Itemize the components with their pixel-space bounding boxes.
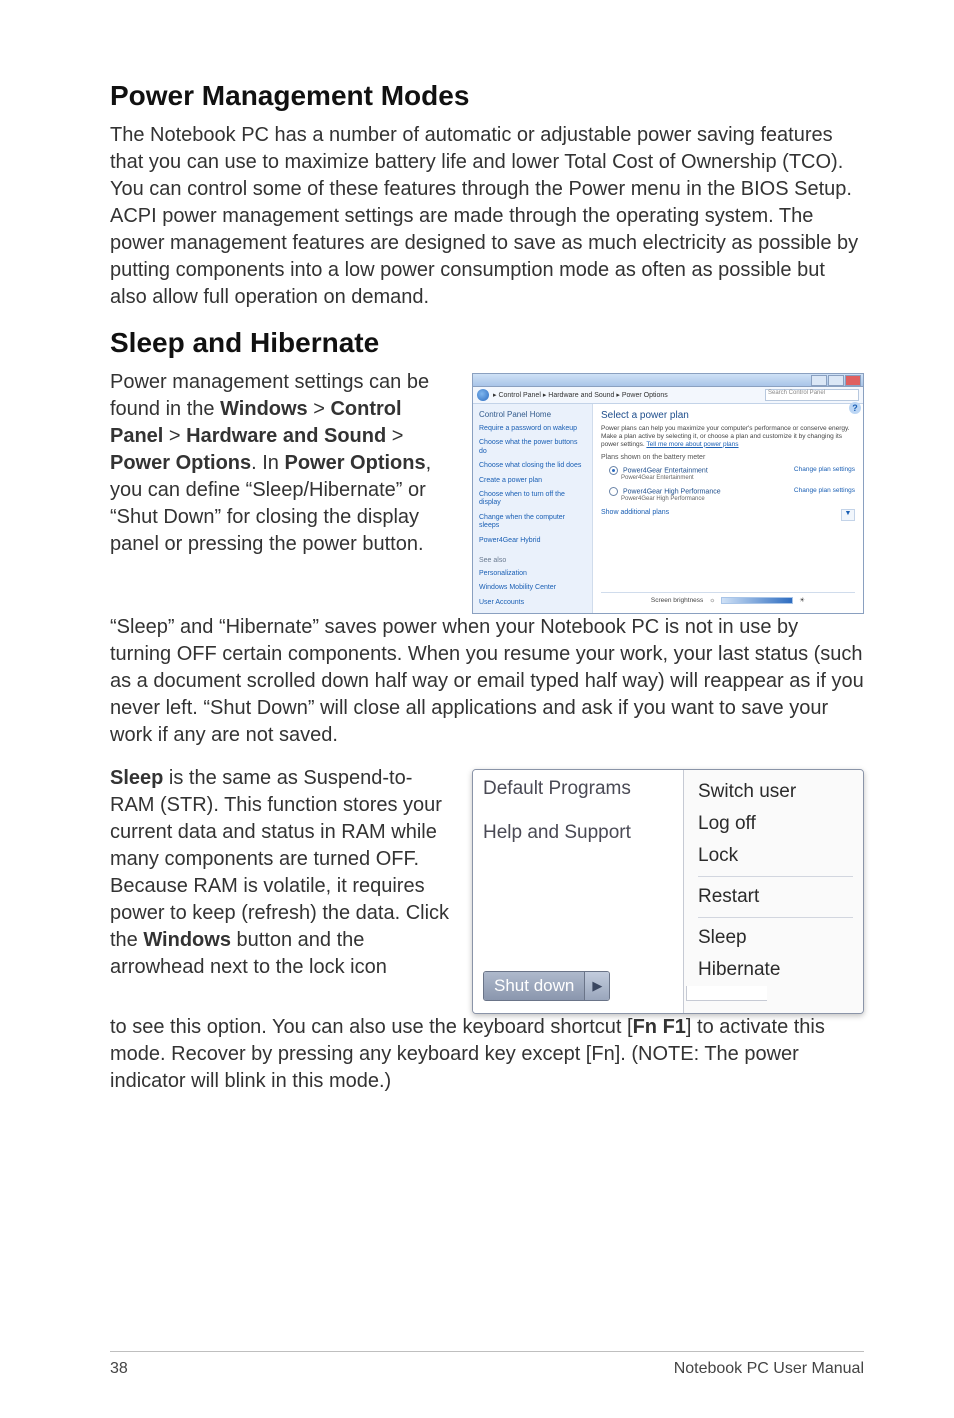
shutdown-split-button[interactable]: Shut down ▶ xyxy=(483,971,610,1001)
para-power-management: The Notebook PC has a number of automati… xyxy=(110,122,864,311)
heading-sleep-hibernate: Sleep and Hibernate xyxy=(110,327,864,359)
para-sleep-shortcut: to see this option. You can also use the… xyxy=(110,1014,864,1095)
see-also-link[interactable]: User Accounts xyxy=(479,599,586,607)
sidebar-link[interactable]: Create a power plan xyxy=(479,477,586,485)
kw-power-options: Power Options xyxy=(110,452,251,474)
shutdown-button[interactable]: Shut down xyxy=(484,972,584,1000)
brightness-footer: Screen brightness ☼ ☀ xyxy=(601,592,855,607)
main-pane: ? Select a power plan Power plans can he… xyxy=(593,404,863,613)
see-also-link[interactable]: Personalization xyxy=(479,570,586,578)
flyout-item-restart[interactable]: Restart xyxy=(698,881,853,913)
plan-name[interactable]: Power4Gear Entertainment xyxy=(623,468,708,475)
radio-icon[interactable] xyxy=(609,466,618,475)
change-plan-link[interactable]: Change plan settings xyxy=(794,466,855,473)
manual-title: Notebook PC User Manual xyxy=(674,1360,864,1378)
txt: . In xyxy=(251,452,284,474)
chevron-down-icon[interactable]: ▼ xyxy=(841,509,855,521)
flyout-tail xyxy=(686,986,767,1001)
txt: is the same as Suspend-to-RAM (STR). Thi… xyxy=(110,767,449,951)
sun-bright-icon: ☀ xyxy=(799,596,805,604)
sidebar-link[interactable]: Choose what closing the lid does xyxy=(479,462,586,470)
txt: > xyxy=(308,398,331,420)
plan-group-label: Plans shown on the battery meter xyxy=(601,454,855,461)
para-sleep-str: Sleep is the same as Suspend-to-RAM (STR… xyxy=(110,765,456,981)
pane-title: Select a power plan xyxy=(601,410,855,421)
sidebar-link[interactable]: Choose what the power buttons do xyxy=(479,439,586,456)
kw-sleep: Sleep xyxy=(110,767,163,789)
kw-windows-2: Windows xyxy=(143,929,231,951)
sidebar: Control Panel Home Require a password on… xyxy=(473,404,593,613)
txt: > xyxy=(163,425,186,447)
separator xyxy=(698,876,853,877)
sidebar-header: Control Panel Home xyxy=(479,410,586,419)
back-icon[interactable] xyxy=(477,389,489,401)
search-input[interactable]: Search Control Panel xyxy=(765,389,859,401)
flyout-item-sleep[interactable]: Sleep xyxy=(698,922,853,954)
start-menu: Default Programs Help and Support Shut d… xyxy=(472,769,864,1014)
flyout-item-switch-user[interactable]: Switch user xyxy=(698,776,853,808)
window-titlebar xyxy=(473,374,863,387)
txt: to see this option. You can also use the… xyxy=(110,1016,633,1038)
show-more-plans[interactable]: Show additional plans ▼ xyxy=(601,509,855,521)
flyout-item-hibernate[interactable]: Hibernate xyxy=(698,954,853,986)
kw-fn-f1: Fn F1 xyxy=(633,1016,686,1038)
plan-sub: Power4Gear High Performance xyxy=(621,496,721,502)
show-more-label: Show additional plans xyxy=(601,509,669,521)
breadcrumb[interactable]: ▸ Control Panel ▸ Hardware and Sound ▸ P… xyxy=(493,391,761,399)
plan-name[interactable]: Power4Gear High Performance xyxy=(623,489,721,496)
kw-windows: Windows xyxy=(220,398,308,420)
help-icon[interactable]: ? xyxy=(849,402,861,414)
kw-power-options-2: Power Options xyxy=(284,452,425,474)
power-options-window: ▸ Control Panel ▸ Hardware and Sound ▸ P… xyxy=(472,373,864,614)
maximize-icon[interactable] xyxy=(828,375,844,386)
close-icon[interactable] xyxy=(845,375,861,386)
radio-icon[interactable] xyxy=(609,487,618,496)
heading-power-management: Power Management Modes xyxy=(110,80,864,112)
change-plan-link[interactable]: Change plan settings xyxy=(794,487,855,494)
power-plan-row: Power4Gear High Performance Power4Gear H… xyxy=(609,487,855,502)
page-number: 38 xyxy=(110,1360,128,1378)
sidebar-link[interactable]: Choose when to turn off the display xyxy=(479,491,586,508)
start-menu-flyout: Switch user Log off Lock Restart Sleep H… xyxy=(683,770,863,1013)
kw-hardware-sound: Hardware and Sound xyxy=(186,425,386,447)
power-plan-row: Power4Gear Entertainment Power4Gear Ente… xyxy=(609,466,855,481)
see-also-link[interactable]: Windows Mobility Center xyxy=(479,584,586,592)
flyout-item-lock[interactable]: Lock xyxy=(698,840,853,872)
txt: > xyxy=(386,425,403,447)
sidebar-link[interactable]: Power4Gear Hybrid xyxy=(479,537,586,545)
brightness-slider[interactable] xyxy=(721,597,793,604)
page-footer: 38 Notebook PC User Manual xyxy=(110,1351,864,1378)
start-menu-item[interactable]: Default Programs xyxy=(483,778,675,800)
para-sleep-explain: “Sleep” and “Hibernate” saves power when… xyxy=(110,614,864,749)
para-sleep-intro: Power management settings can be found i… xyxy=(110,369,456,558)
see-also-label: See also xyxy=(479,557,586,564)
sun-dim-icon: ☼ xyxy=(709,597,715,604)
link-more-power-plans[interactable]: Tell me more about power plans xyxy=(646,441,738,448)
flyout-item-log-off[interactable]: Log off xyxy=(698,808,853,840)
pane-desc: Power plans can help you maximize your c… xyxy=(601,425,855,448)
sidebar-link[interactable]: Change when the computer sleeps xyxy=(479,514,586,531)
brightness-label: Screen brightness xyxy=(651,597,703,604)
sidebar-link[interactable]: Require a password on wakeup xyxy=(479,425,586,433)
start-menu-left: Default Programs Help and Support Shut d… xyxy=(473,770,683,1013)
start-menu-item[interactable]: Help and Support xyxy=(483,822,675,844)
minimize-icon[interactable] xyxy=(811,375,827,386)
address-bar: ▸ Control Panel ▸ Hardware and Sound ▸ P… xyxy=(473,387,863,404)
separator xyxy=(698,917,853,918)
plan-sub: Power4Gear Entertainment xyxy=(621,475,708,481)
arrow-right-icon[interactable]: ▶ xyxy=(584,972,609,1000)
